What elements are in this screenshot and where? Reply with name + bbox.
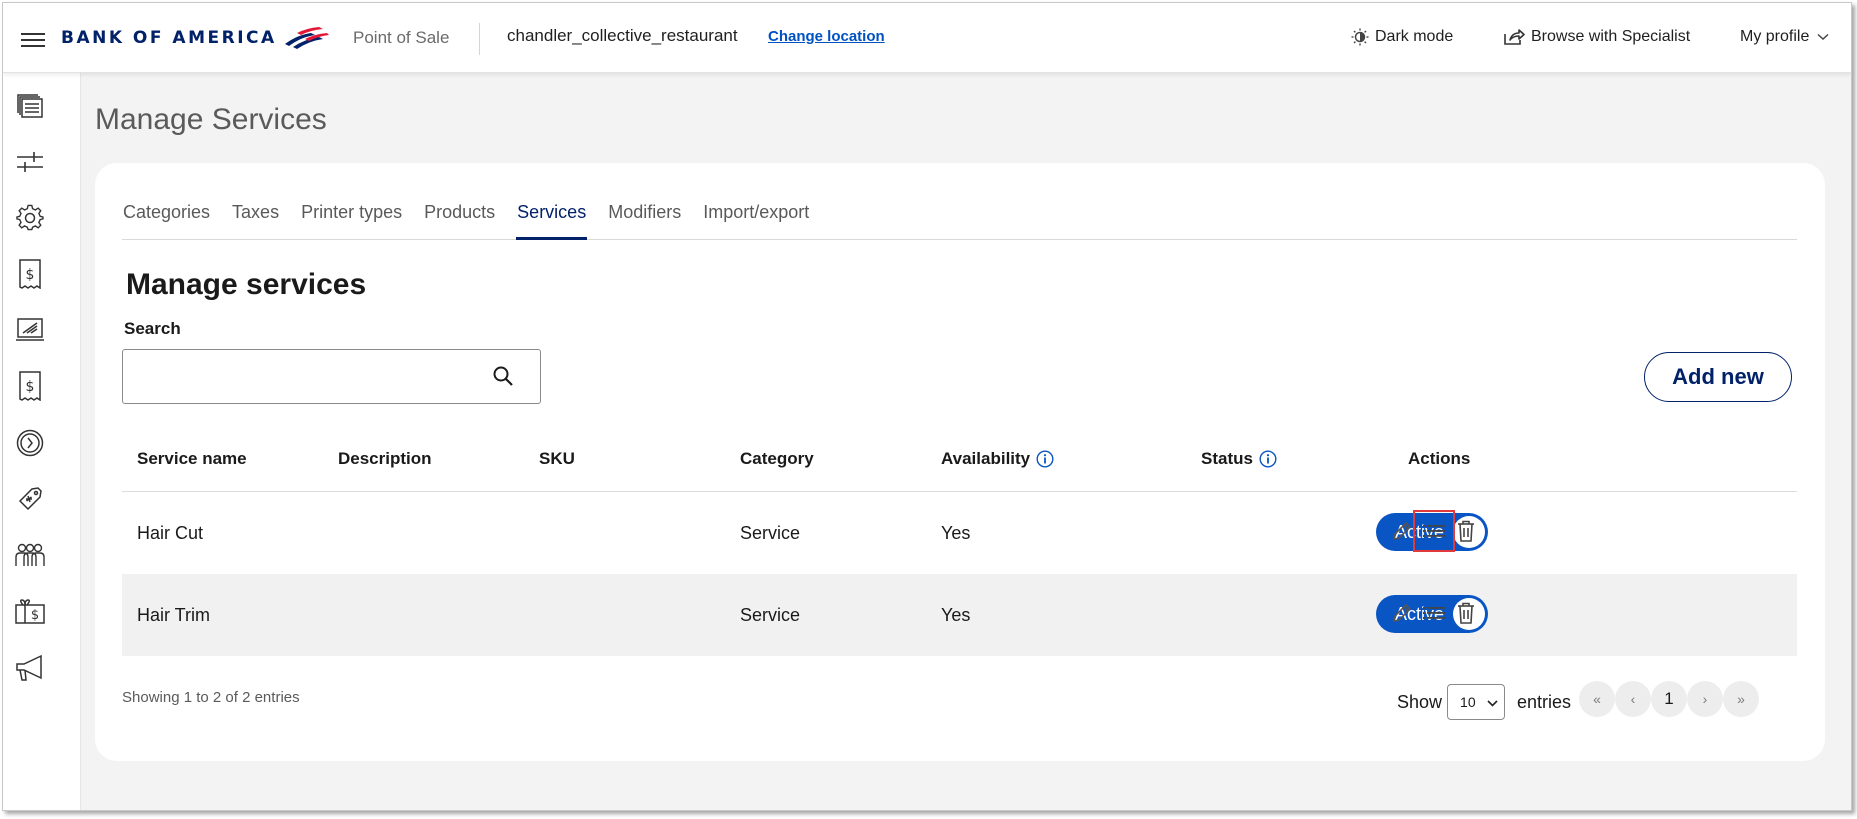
gift-card-icon[interactable]: $ (13, 595, 47, 629)
flag-logo-icon (284, 27, 329, 49)
header-sku[interactable]: SKU (539, 449, 575, 469)
app-window: BANK OF AMERICA Point of Sale chandler_c… (2, 2, 1852, 811)
cell-service-name: Hair Trim (137, 605, 210, 625)
register-icon[interactable] (13, 313, 47, 347)
edit-icon[interactable] (1387, 598, 1417, 628)
menu-icon[interactable] (21, 33, 45, 49)
header-availability-label[interactable]: Availability (941, 449, 1030, 469)
services-table: Service name Description SKU Category Av… (122, 425, 1797, 656)
list-icon[interactable] (1413, 510, 1455, 552)
header-divider (479, 23, 480, 55)
section-title: Manage services (126, 268, 367, 301)
list-icon[interactable] (1419, 598, 1449, 628)
header-availability: Availability (941, 449, 1054, 469)
browse-specialist-label: Browse with Specialist (1531, 28, 1691, 45)
tab-import-export[interactable]: Import/export (702, 198, 810, 240)
page-size-control: Show 10 entries (1397, 684, 1571, 720)
header-actions: Actions (1408, 449, 1471, 468)
header-description[interactable]: Description (338, 449, 432, 469)
page-1-button[interactable]: 1 (1651, 681, 1687, 717)
search-field (122, 349, 541, 404)
tab-services[interactable]: Services (516, 198, 588, 240)
header-status-label[interactable]: Status (1201, 449, 1253, 469)
tab-products[interactable]: Products (423, 198, 496, 240)
trash-icon[interactable] (1451, 516, 1481, 546)
dark-mode-toggle[interactable]: Dark mode (1351, 28, 1453, 46)
trash-icon[interactable] (1451, 598, 1481, 628)
tab-modifiers[interactable]: Modifiers (607, 198, 682, 240)
search-label: Search (124, 319, 181, 338)
receipt-dollar-icon[interactable]: $ (13, 369, 47, 403)
megaphone-icon[interactable] (13, 651, 47, 685)
svg-text:$: $ (31, 608, 39, 623)
table-row: Hair Cut Service Yes Active (122, 492, 1797, 574)
bank-logo[interactable]: BANK OF AMERICA (61, 27, 329, 49)
header-status: Status (1201, 449, 1277, 469)
first-page-button[interactable]: « (1579, 681, 1615, 717)
tab-categories[interactable]: Categories (122, 198, 211, 240)
tag-icon[interactable] (13, 482, 47, 516)
info-icon[interactable] (1036, 450, 1054, 468)
customers-icon[interactable] (13, 538, 47, 572)
page-size-select[interactable]: 10 (1447, 684, 1506, 720)
cell-service-name: Hair Cut (137, 523, 204, 543)
tab-printer-types[interactable]: Printer types (300, 198, 403, 240)
share-icon (1503, 28, 1525, 46)
my-profile-label: My profile (1740, 28, 1810, 45)
sidebar: $ $ $ (3, 73, 81, 810)
table-row: Hair Trim Service Yes Active (122, 574, 1797, 656)
header-service-name[interactable]: Service name (137, 449, 247, 469)
clock-icon[interactable] (13, 426, 47, 460)
search-input[interactable] (133, 360, 473, 394)
svg-text:$: $ (26, 267, 35, 283)
orders-icon[interactable] (13, 89, 47, 123)
chevron-down-icon (1487, 694, 1498, 710)
tab-bar: Categories Taxes Printer types Products … (122, 198, 1797, 240)
edit-icon[interactable] (1387, 516, 1417, 546)
location-name: chandler_collective_restaurant (507, 26, 738, 45)
receipt-dollar-icon[interactable]: $ (13, 257, 47, 291)
entries-label: entries (1517, 691, 1572, 712)
tab-taxes[interactable]: Taxes (231, 198, 280, 240)
settings-icon[interactable] (13, 201, 47, 235)
browse-specialist-button[interactable]: Browse with Specialist (1503, 28, 1690, 46)
cell-availability: Yes (941, 605, 971, 625)
last-page-button[interactable]: » (1723, 681, 1759, 717)
brand-name: BANK OF AMERICA (61, 28, 277, 48)
header-category[interactable]: Category (740, 449, 814, 469)
next-page-button[interactable]: › (1687, 681, 1723, 717)
page-title: Manage Services (95, 103, 327, 136)
my-profile-menu[interactable]: My profile (1740, 28, 1829, 46)
top-bar: BANK OF AMERICA Point of Sale chandler_c… (3, 3, 1851, 73)
prev-page-button[interactable]: ‹ (1615, 681, 1651, 717)
info-icon[interactable] (1259, 450, 1277, 468)
cell-availability: Yes (941, 523, 971, 543)
show-label: Show (1397, 691, 1443, 712)
cell-category: Service (740, 523, 801, 543)
change-location-link[interactable]: Change location (768, 28, 885, 45)
entries-info: Showing 1 to 2 of 2 entries (122, 689, 300, 706)
page-size-value: 10 (1460, 694, 1476, 710)
sun-icon (1351, 28, 1369, 46)
search-icon[interactable] (492, 365, 514, 392)
sliders-icon[interactable] (13, 145, 47, 179)
cell-category: Service (740, 605, 801, 625)
services-card: Categories Taxes Printer types Products … (95, 163, 1825, 761)
chevron-down-icon (1817, 33, 1829, 41)
table-header: Service name Description SKU Category Av… (122, 425, 1797, 492)
add-new-button[interactable]: Add new (1644, 352, 1792, 402)
app-name: Point of Sale (353, 28, 450, 47)
svg-text:$: $ (26, 379, 35, 395)
dark-mode-label: Dark mode (1375, 28, 1454, 45)
